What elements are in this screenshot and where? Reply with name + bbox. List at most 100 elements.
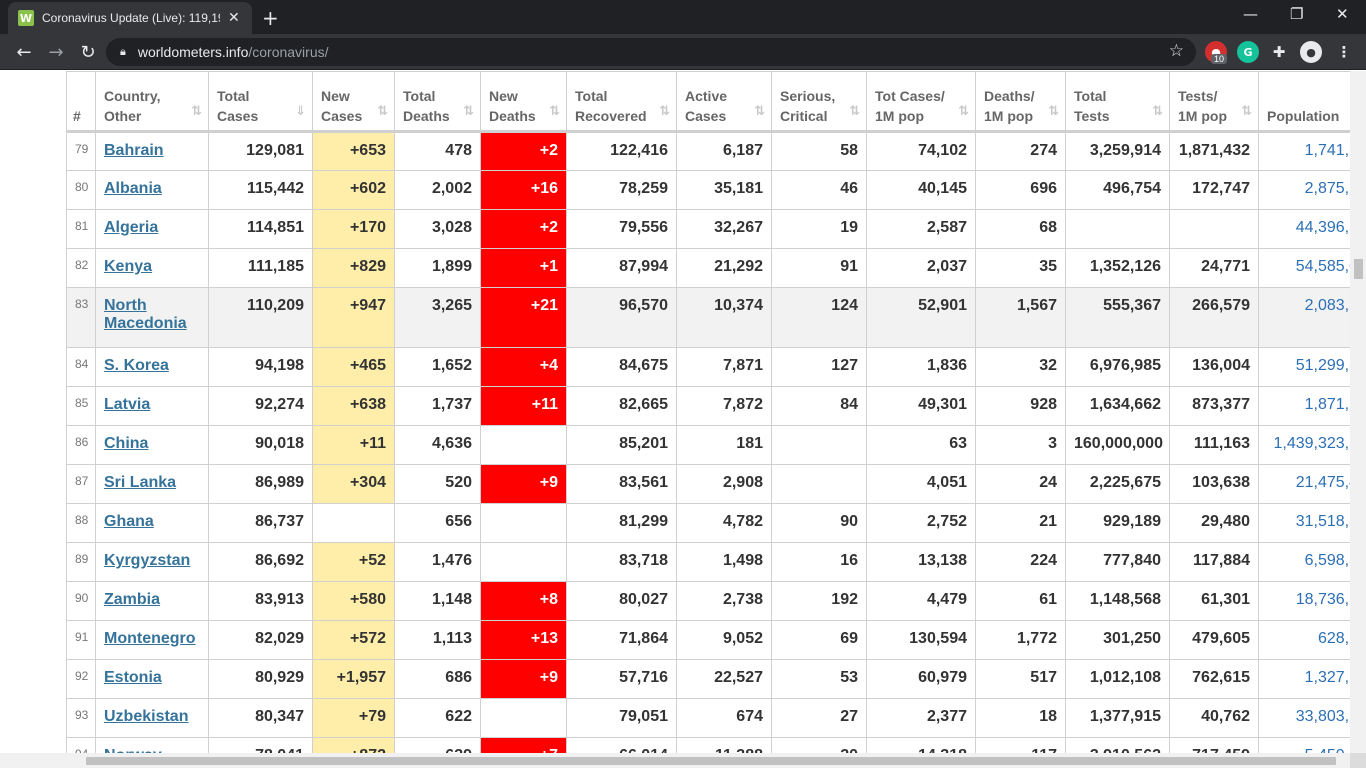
vertical-scrollbar[interactable] bbox=[1350, 71, 1366, 753]
cell-n: 85 bbox=[66, 386, 96, 426]
forward-icon[interactable]: → bbox=[44, 40, 68, 64]
table-row: 92 Estonia 80,929 +1,957 686 +9 57,716 22,527 53… bbox=[66, 659, 1350, 699]
sort-icon[interactable]: ⇅ bbox=[1152, 102, 1163, 122]
country-link[interactable]: Kyrgyzstan bbox=[104, 552, 190, 569]
cell-total-cases: 86,989 bbox=[208, 464, 313, 504]
country-link[interactable]: Albania bbox=[104, 180, 162, 197]
minimize-icon[interactable]: — bbox=[1243, 5, 1258, 23]
sort-icon[interactable]: ⇅ bbox=[754, 102, 765, 122]
cell-population: 2,083,3 bbox=[1258, 287, 1350, 348]
cell-cases-1m: 2,587 bbox=[866, 209, 976, 249]
country-link[interactable]: China bbox=[104, 435, 148, 452]
sort-icon[interactable]: ⇅ bbox=[958, 102, 969, 122]
column-header[interactable]: Total Cases ⇓ bbox=[208, 71, 313, 133]
cell-critical: 192 bbox=[771, 581, 867, 621]
restore-icon[interactable]: ❐ bbox=[1290, 5, 1303, 23]
country-link[interactable]: Kenya bbox=[104, 258, 152, 275]
column-header[interactable]: Country, Other ⇅ bbox=[95, 71, 209, 133]
grammarly-icon[interactable]: G bbox=[1237, 41, 1259, 63]
cell-tests-1m: 717,459 bbox=[1169, 737, 1259, 753]
cell-country: North Macedonia bbox=[95, 287, 209, 348]
cell-total-cases: 114,851 bbox=[208, 209, 313, 249]
cell-active: 7,871 bbox=[676, 347, 772, 387]
cell-new-cases: +465 bbox=[312, 347, 395, 387]
column-header[interactable]: New Cases ⇅ bbox=[312, 71, 395, 133]
column-header[interactable]: Total Tests ⇅ bbox=[1065, 71, 1170, 133]
page-viewport: # Country, Other ⇅ Total Cases ⇓ New Cases ⇅ Total… bbox=[0, 71, 1350, 753]
sort-icon[interactable]: ⇅ bbox=[377, 102, 388, 122]
cell-total-cases: 82,029 bbox=[208, 620, 313, 660]
cell-total-cases: 92,274 bbox=[208, 386, 313, 426]
cell-deaths-1m: 18 bbox=[975, 698, 1066, 738]
sort-icon[interactable]: ⇅ bbox=[1048, 102, 1059, 122]
column-header[interactable]: New Deaths ⇅ bbox=[480, 71, 567, 133]
cell-tests: 777,840 bbox=[1065, 542, 1170, 582]
column-header[interactable]: Population bbox=[1258, 71, 1350, 133]
sort-icon[interactable]: ⇅ bbox=[1241, 102, 1252, 122]
sort-icon[interactable]: ⇅ bbox=[849, 102, 860, 122]
column-header[interactable]: Deaths/1M pop ⇅ bbox=[975, 71, 1066, 133]
sort-icon[interactable]: ⇅ bbox=[463, 102, 474, 122]
new-tab-icon[interactable]: + bbox=[262, 6, 279, 30]
country-link[interactable]: S. Korea bbox=[104, 357, 169, 374]
column-header[interactable]: Total Deaths ⇅ bbox=[394, 71, 481, 133]
cell-total-cases: 86,692 bbox=[208, 542, 313, 582]
browser-tab[interactable]: W Coronavirus Update (Live): 119,19 ✕ bbox=[8, 2, 252, 34]
cell-cases-1m: 40,145 bbox=[866, 170, 976, 210]
column-header-line2: Deaths bbox=[489, 108, 536, 124]
cell-population: 628,1 bbox=[1258, 620, 1350, 660]
sort-icon[interactable]: ⇓ bbox=[295, 102, 306, 122]
country-link[interactable]: Estonia bbox=[104, 669, 162, 686]
vertical-scroll-thumb[interactable] bbox=[1354, 259, 1363, 279]
cell-country: Algeria bbox=[95, 209, 209, 249]
column-header[interactable]: Total Recovered ⇅ bbox=[566, 71, 677, 133]
cell-total-deaths: 478 bbox=[394, 131, 481, 171]
scrollbar-corner bbox=[1350, 753, 1366, 768]
extension-badge: 10 bbox=[1211, 54, 1228, 64]
column-header[interactable]: Serious, Critical ⇅ bbox=[771, 71, 867, 133]
sort-icon[interactable]: ⇅ bbox=[191, 102, 202, 122]
cell-recovered: 96,570 bbox=[566, 287, 677, 348]
column-header[interactable]: # bbox=[66, 71, 96, 133]
column-header-line1: New bbox=[489, 88, 518, 104]
profile-icon[interactable]: ● bbox=[1300, 41, 1322, 63]
cell-tests: 1,352,126 bbox=[1065, 248, 1170, 288]
column-header[interactable]: Tot Cases/1M pop ⇅ bbox=[866, 71, 976, 133]
country-link[interactable]: Bahrain bbox=[104, 142, 164, 159]
sort-icon[interactable]: ⇅ bbox=[549, 102, 560, 122]
column-header[interactable]: Tests/1M pop ⇅ bbox=[1169, 71, 1259, 133]
extensions-puzzle-icon[interactable]: ✚ bbox=[1268, 41, 1290, 63]
cell-new-deaths: +16 bbox=[480, 170, 567, 210]
cell-total-cases: 83,913 bbox=[208, 581, 313, 621]
address-bar[interactable]: 🔒︎ worldometers.info/coronavirus/ ☆ bbox=[106, 38, 1196, 66]
worldometers-favicon-icon: W bbox=[18, 10, 34, 26]
country-link[interactable]: Algeria bbox=[104, 219, 158, 236]
cell-total-cases: 80,929 bbox=[208, 659, 313, 699]
menu-icon[interactable]: ⋮ bbox=[1333, 41, 1355, 63]
cell-tests: 555,367 bbox=[1065, 287, 1170, 348]
country-link[interactable]: North Macedonia bbox=[104, 297, 187, 332]
cell-new-cases: +79 bbox=[312, 698, 395, 738]
close-window-icon[interactable]: ✕ bbox=[1336, 5, 1349, 23]
country-link[interactable]: Montenegro bbox=[104, 630, 196, 647]
country-link[interactable]: Sri Lanka bbox=[104, 474, 176, 491]
country-link[interactable]: Zambia bbox=[104, 591, 160, 608]
country-link[interactable]: Uzbekistan bbox=[104, 708, 188, 725]
table-row: 89 Kyrgyzstan 86,692 +52 1,476 83,718 1,498 16 1… bbox=[66, 542, 1350, 582]
cell-new-cases: +602 bbox=[312, 170, 395, 210]
reload-icon[interactable]: ↻ bbox=[76, 40, 100, 64]
horizontal-scroll-thumb[interactable] bbox=[86, 757, 1336, 765]
close-tab-icon[interactable]: ✕ bbox=[228, 10, 240, 26]
cell-recovered: 80,027 bbox=[566, 581, 677, 621]
country-link[interactable]: Latvia bbox=[104, 396, 150, 413]
sort-icon[interactable]: ⇅ bbox=[659, 102, 670, 122]
back-icon[interactable]: ← bbox=[12, 40, 36, 64]
cell-cases-1m: 4,051 bbox=[866, 464, 976, 504]
horizontal-scrollbar[interactable] bbox=[0, 753, 1350, 768]
cell-new-cases: +580 bbox=[312, 581, 395, 621]
cell-country: Bahrain bbox=[95, 131, 209, 171]
column-header[interactable]: Active Cases ⇅ bbox=[676, 71, 772, 133]
country-link[interactable]: Ghana bbox=[104, 513, 154, 530]
star-icon[interactable]: ☆ bbox=[1169, 41, 1184, 61]
cell-cases-1m: 63 bbox=[866, 425, 976, 465]
